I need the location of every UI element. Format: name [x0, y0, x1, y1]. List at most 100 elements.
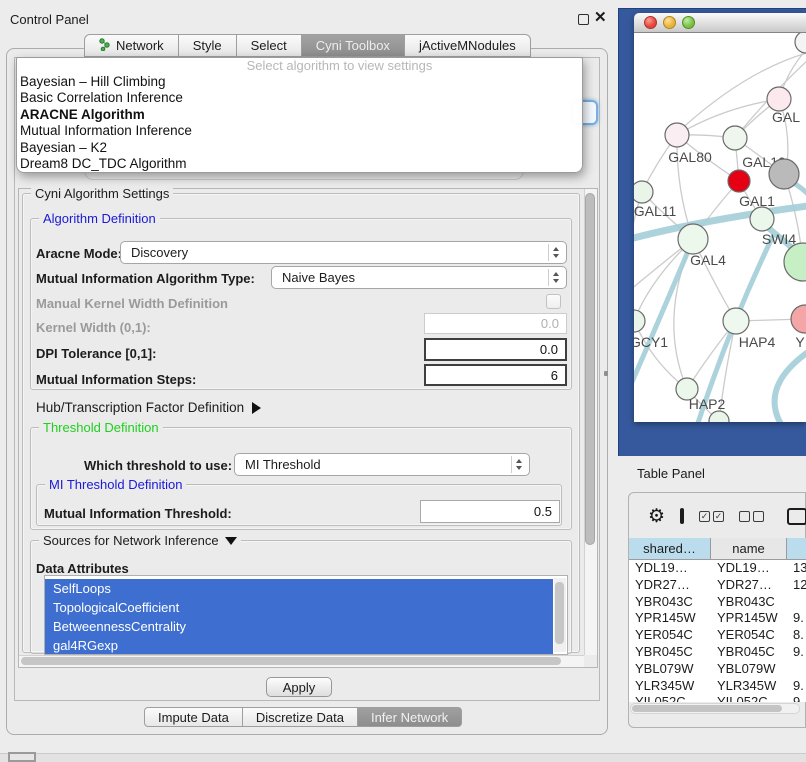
tab-impute-data[interactable]: Impute Data	[144, 707, 243, 727]
sources-group-toggle[interactable]: Sources for Network Inference	[39, 533, 241, 548]
column-header-name[interactable]: name	[711, 538, 787, 560]
network-node-y[interactable]	[791, 305, 806, 333]
cell: YDL19…	[629, 560, 711, 577]
which-threshold-select[interactable]: MI Threshold	[234, 453, 530, 476]
aracne-mode-label: Aracne Mode:	[36, 246, 122, 261]
tab-discretize-data[interactable]: Discretize Data	[242, 707, 358, 727]
tab-style[interactable]: Style	[178, 34, 237, 57]
dpi-tolerance-field[interactable]: 0.0	[424, 338, 567, 361]
node-label: HAP4	[739, 334, 776, 350]
table-row[interactable]: YDL19…YDL19…13	[629, 560, 806, 577]
dropdown-item-bayesian-hill-climbing[interactable]: Bayesian – Hill Climbing	[17, 74, 582, 90]
table-row[interactable]: YDR27…YDR27…12	[629, 577, 806, 594]
network-edge-thick[interactable]	[775, 352, 806, 422]
dropdown-placeholder: Select algorithm to view settings	[17, 58, 582, 74]
node-label: GAL1	[739, 193, 775, 209]
split-columns-icon[interactable]	[680, 508, 684, 524]
network-node[interactable]	[709, 411, 729, 422]
data-attributes-list[interactable]: SelfLoopsTopologicalCoefficientBetweenne…	[44, 575, 568, 655]
network-canvas[interactable]: GALGAL80GAL10GAL1GAL11SWI4GAL4GCY1HAP4YH…	[634, 33, 806, 422]
hub-definition-toggle[interactable]: Hub/Transcription Factor Definition	[36, 400, 261, 415]
table-row[interactable]: YBR045CYBR045C9.	[629, 644, 806, 661]
aracne-mode-value: Discovery	[131, 245, 188, 260]
network-icon	[99, 38, 111, 54]
tab-select[interactable]: Select	[236, 34, 302, 57]
list-item[interactable]: gal4RGexp	[45, 636, 553, 655]
table-row[interactable]: YBR043CYBR043C	[629, 594, 806, 611]
network-node-gal80[interactable]	[665, 123, 689, 147]
list-item[interactable]: BetweennessCentrality	[45, 617, 553, 636]
table-row[interactable]: YLR345WYLR345W9.	[629, 678, 806, 695]
network-node-gal10[interactable]	[723, 126, 747, 150]
tab-network[interactable]: Network	[84, 34, 179, 57]
node-label: GAL4	[690, 252, 726, 268]
top-tab-bar: NetworkStyle Select Cyni Toolbox jActiveMNo…	[84, 34, 531, 57]
mi-steps-field[interactable]: 6	[424, 364, 567, 386]
table-row[interactable]: YPR145WYPR145W9.	[629, 610, 806, 627]
table-horizontal-scrollbar-thumb[interactable]	[632, 705, 782, 712]
network-node[interactable]	[795, 33, 806, 53]
tab-cyni-toolbox[interactable]: Cyni Toolbox	[301, 34, 405, 57]
cell: YDR27…	[711, 577, 787, 594]
network-view-window[interactable]: GALGAL80GAL10GAL1GAL11SWI4GAL4GCY1HAP4YH…	[634, 13, 806, 422]
network-node[interactable]	[784, 243, 806, 281]
list-item[interactable]: TopologicalCoefficient	[45, 598, 553, 617]
tab-label: jActiveMNodules	[419, 38, 516, 53]
tab-infer-network[interactable]: Infer Network	[357, 707, 462, 727]
tab-label: Select	[251, 38, 287, 53]
network-node-gal11[interactable]	[634, 181, 653, 203]
network-window-titlebar[interactable]	[634, 13, 806, 33]
minimize-light-icon[interactable]	[663, 16, 676, 29]
splitter-handle[interactable]	[604, 371, 608, 376]
network-node-hap4[interactable]	[723, 308, 749, 334]
restore-panel-icon[interactable]	[8, 752, 36, 762]
mi-type-select[interactable]: Naive Bayes	[271, 266, 567, 289]
column-header-a[interactable]: A	[787, 538, 806, 560]
bottom-status-strip	[0, 753, 806, 762]
gear-icon[interactable]: ⚙	[648, 507, 665, 526]
dropdown-item-basic-correlation-inference[interactable]: Basic Correlation Inference	[17, 90, 582, 106]
zoom-light-icon[interactable]	[682, 16, 695, 29]
cell: 9.	[787, 678, 806, 695]
close-light-icon[interactable]	[644, 16, 657, 29]
node-label: GAL11	[634, 203, 676, 219]
cell: 13	[787, 560, 806, 577]
hub-definition-label: Hub/Transcription Factor Definition	[36, 400, 244, 415]
close-panel-icon[interactable]: ✕	[594, 8, 607, 26]
table-row[interactable]: YIL052CYIL052C9	[629, 694, 806, 702]
dropdown-item-dream8-dc-tdc-algorithm[interactable]: Dream8 DC_TDC Algorithm	[17, 156, 582, 172]
partial-panel-icon[interactable]	[787, 508, 806, 525]
dropdown-item-mutual-information-inference[interactable]: Mutual Information Inference	[17, 123, 582, 139]
settings-horizontal-scrollbar-thumb[interactable]	[21, 657, 561, 665]
cell: YBR043C	[711, 594, 787, 611]
list-scrollbar-thumb[interactable]	[555, 582, 564, 644]
dropdown-item-bayesian-k2[interactable]: Bayesian – K2	[17, 140, 582, 156]
mi-threshold-field[interactable]: 0.5	[420, 500, 560, 523]
dropdown-item-aracne-algorithm[interactable]: ARACNE Algorithm	[17, 107, 582, 123]
table-row[interactable]: YBL079WYBL079W	[629, 661, 806, 678]
network-node-gal[interactable]	[767, 87, 791, 111]
float-panel-icon[interactable]	[578, 14, 589, 25]
kernel-width-field[interactable]: 0.0	[424, 313, 567, 334]
list-item[interactable]: SelfLoops	[45, 579, 553, 598]
table-row[interactable]: YER054CYER054C8.	[629, 627, 806, 644]
node-label: GAL	[772, 109, 800, 125]
network-node-gal1[interactable]	[728, 170, 750, 192]
settings-vertical-scrollbar-thumb[interactable]	[585, 193, 595, 545]
network-node-swi4[interactable]	[750, 207, 774, 231]
network-node[interactable]	[769, 159, 799, 189]
apply-button[interactable]: Apply	[266, 677, 332, 697]
manual-kernel-checkbox[interactable]	[546, 294, 561, 309]
list-scrollbar[interactable]	[554, 578, 566, 652]
tab-jactivemnodules[interactable]: jActiveMNodules	[404, 34, 531, 57]
cell: 9	[787, 694, 806, 702]
attribute-table[interactable]: shared…nameAYDL19…YDL19…13YDR27…YDR27…12…	[629, 538, 806, 702]
unchecked-pair-icon[interactable]	[739, 511, 764, 522]
manual-kernel-label: Manual Kernel Width Definition	[36, 296, 228, 311]
network-node-gcy1[interactable]	[634, 310, 645, 332]
network-node-gal4[interactable]	[678, 224, 708, 254]
checked-pair-icon[interactable]: ✓✓	[699, 511, 724, 522]
aracne-mode-select[interactable]: Discovery	[120, 241, 567, 264]
cell: YDL19…	[711, 560, 787, 577]
column-header-shared-[interactable]: shared…	[629, 538, 711, 560]
